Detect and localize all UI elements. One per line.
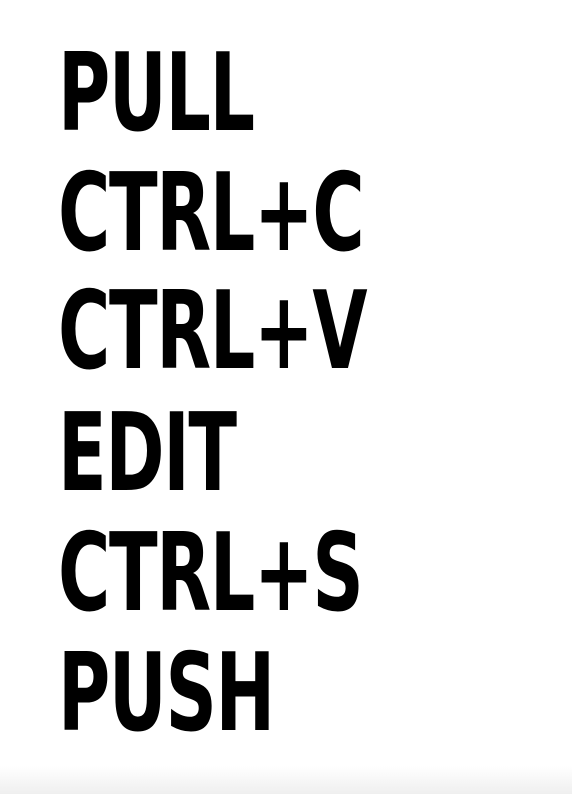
poster-line-save: CTRL+S: [58, 511, 364, 636]
poster-line-pull: PULL: [58, 31, 255, 156]
workflow-poster: PULL CTRL+C CTRL+V EDIT CTRL+S PUSH: [0, 0, 572, 794]
poster-line-edit: EDIT: [58, 391, 237, 516]
poster-line-push: PUSH: [58, 631, 275, 756]
poster-line-paste: CTRL+V: [58, 269, 368, 394]
poster-line-copy: CTRL+C: [58, 151, 365, 276]
bottom-shadow: [0, 766, 572, 794]
